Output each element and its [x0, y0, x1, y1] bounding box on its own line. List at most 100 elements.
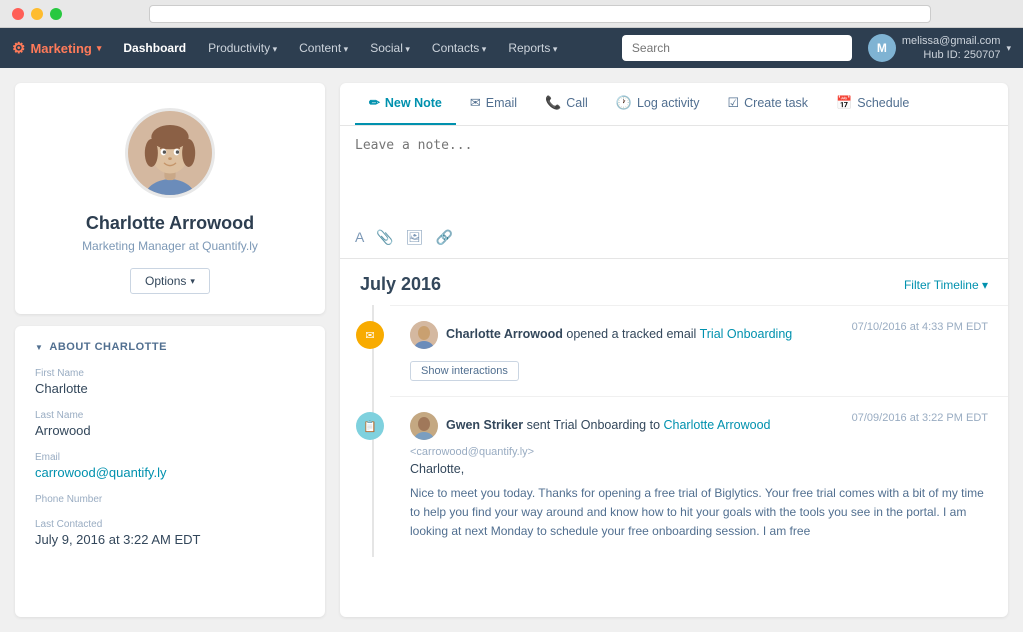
tab-create-task[interactable]: ☑ Create task: [713, 83, 822, 125]
item2-actor: Gwen Striker: [446, 418, 523, 432]
last-contacted-value[interactable]: July 9, 2016 at 3:22 AM EDT: [35, 532, 305, 547]
item2-greeting: Charlotte,: [410, 462, 988, 476]
search-container: [622, 35, 852, 61]
email-value[interactable]: carrowood@quantify.ly: [35, 465, 305, 480]
tab-email-label: Email: [486, 96, 517, 110]
call-icon: 📞: [545, 95, 561, 111]
item1-action: opened a tracked email: [566, 327, 699, 341]
user-avatar: M: [868, 34, 896, 62]
nav-brand[interactable]: ⚙ Marketing ▾: [12, 39, 101, 57]
item1-actor-wrap: Charlotte Arrowood opened a tracked emai…: [410, 321, 792, 349]
timeline-section: July 2016 Filter Timeline ▾ ✉: [340, 259, 1008, 617]
options-button[interactable]: Options: [130, 268, 210, 294]
email-icon: ✉: [470, 95, 481, 111]
note-input[interactable]: [355, 138, 993, 218]
note-dot-icon: 📋: [363, 420, 377, 433]
user-email: melissa@gmail.com: [902, 34, 1001, 48]
brand-label: Marketing: [30, 41, 91, 56]
tab-new-note[interactable]: ✏ New Note: [355, 83, 456, 125]
left-panel: Charlotte Arrowood Marketing Manager at …: [15, 83, 325, 617]
email-dot-icon: ✉: [365, 329, 374, 342]
filter-timeline-button[interactable]: Filter Timeline ▾: [904, 278, 988, 292]
timeline-month: July 2016: [360, 274, 441, 295]
item2-header: Gwen Striker sent Trial Onboarding to Ch…: [410, 412, 988, 440]
item2-email-from: <carrowood@quantify.ly>: [410, 446, 988, 458]
avatar: [125, 108, 215, 198]
about-title: ABOUT CHARLOTTE: [49, 341, 167, 353]
tab-create-task-label: Create task: [744, 96, 808, 110]
text-format-icon[interactable]: A: [355, 229, 364, 246]
item1-timestamp: 07/10/2016 at 4:33 PM EDT: [852, 321, 988, 333]
right-panel: ✏ New Note ✉ Email 📞 Call 🕐 Log activity…: [340, 83, 1008, 617]
item2-avatar: [410, 412, 438, 440]
note-toolbar: A 📎 🖼 🔗: [355, 221, 993, 246]
tab-schedule-label: Schedule: [857, 96, 909, 110]
contact-title: Marketing Manager at Quantify.ly: [35, 239, 305, 253]
user-menu[interactable]: M melissa@gmail.com Hub ID: 250707 ▾: [868, 34, 1011, 63]
tab-schedule[interactable]: 📅 Schedule: [822, 83, 923, 125]
email-open-dot: ✉: [356, 321, 384, 349]
item1-actor: Charlotte Arrowood: [446, 327, 563, 341]
last-name-label: Last Name: [35, 410, 305, 421]
email-label: Email: [35, 452, 305, 463]
item2-body: Nice to meet you today. Thanks for openi…: [410, 484, 988, 542]
last-name-value[interactable]: Arrowood: [35, 423, 305, 438]
tab-log-activity[interactable]: 🕐 Log activity: [602, 83, 714, 125]
timeline-items: ✉ Charlotte A: [340, 305, 1008, 557]
maximize-button[interactable]: [50, 8, 62, 20]
email-sent-dot: 📋: [356, 412, 384, 440]
nav-dashboard[interactable]: Dashboard: [115, 37, 194, 59]
nav-social[interactable]: Social: [362, 37, 418, 59]
field-last-contacted: Last Contacted July 9, 2016 at 3:22 AM E…: [35, 519, 305, 547]
address-bar[interactable]: [149, 5, 931, 23]
user-dropdown-icon: ▾: [1006, 43, 1011, 54]
new-note-icon: ✏: [369, 95, 380, 111]
top-nav: ⚙ Marketing ▾ Dashboard Productivity Con…: [0, 28, 1023, 68]
nav-content[interactable]: Content: [291, 37, 356, 59]
timeline-item-email-sent: 📋 Gwen Strik: [390, 396, 1008, 557]
user-info: melissa@gmail.com Hub ID: 250707: [902, 34, 1001, 63]
field-first-name: First Name Charlotte: [35, 368, 305, 396]
item1-link[interactable]: Trial Onboarding: [700, 327, 793, 341]
nav-reports[interactable]: Reports: [500, 37, 565, 59]
contact-name: Charlotte Arrowood: [35, 213, 305, 234]
schedule-icon: 📅: [836, 95, 852, 111]
item2-link[interactable]: Charlotte Arrowood: [664, 418, 771, 432]
about-header: ▼ ABOUT CHARLOTTE: [35, 341, 305, 353]
image-icon[interactable]: 🖼: [406, 229, 424, 246]
first-name-label: First Name: [35, 368, 305, 379]
log-activity-icon: 🕐: [616, 95, 632, 111]
window-chrome: [0, 0, 1023, 28]
nav-productivity[interactable]: Productivity: [200, 37, 285, 59]
tab-email[interactable]: ✉ Email: [456, 83, 531, 125]
main-layout: Charlotte Arrowood Marketing Manager at …: [0, 68, 1023, 632]
brand-arrow-icon: ▾: [97, 43, 102, 54]
first-name-value[interactable]: Charlotte: [35, 381, 305, 396]
tab-call[interactable]: 📞 Call: [531, 83, 602, 125]
profile-card: Charlotte Arrowood Marketing Manager at …: [15, 83, 325, 314]
timeline-header: July 2016 Filter Timeline ▾: [340, 259, 1008, 305]
tab-call-label: Call: [566, 96, 588, 110]
tabs-bar: ✏ New Note ✉ Email 📞 Call 🕐 Log activity…: [340, 83, 1008, 126]
about-card: ▼ ABOUT CHARLOTTE First Name Charlotte L…: [15, 326, 325, 617]
item1-header: Charlotte Arrowood opened a tracked emai…: [410, 321, 988, 349]
search-input[interactable]: [622, 35, 852, 61]
item1-text: Charlotte Arrowood opened a tracked emai…: [446, 326, 792, 344]
collapse-icon[interactable]: ▼: [35, 343, 43, 352]
field-last-name: Last Name Arrowood: [35, 410, 305, 438]
show-interactions-button[interactable]: Show interactions: [410, 361, 519, 381]
nav-contacts[interactable]: Contacts: [424, 37, 494, 59]
field-phone: Phone Number: [35, 494, 305, 505]
hubspot-logo-icon: ⚙: [12, 39, 25, 57]
note-area: A 📎 🖼 🔗: [340, 126, 1008, 259]
phone-label: Phone Number: [35, 494, 305, 505]
minimize-button[interactable]: [31, 8, 43, 20]
field-email: Email carrowood@quantify.ly: [35, 452, 305, 480]
create-task-icon: ☑: [727, 95, 739, 111]
last-contacted-label: Last Contacted: [35, 519, 305, 530]
close-button[interactable]: [12, 8, 24, 20]
link-icon[interactable]: 🔗: [436, 229, 453, 246]
timeline-item-email-open: ✉ Charlotte A: [390, 305, 1008, 396]
attach-icon[interactable]: 📎: [376, 229, 393, 246]
item2-actor-wrap: Gwen Striker sent Trial Onboarding to Ch…: [410, 412, 771, 440]
